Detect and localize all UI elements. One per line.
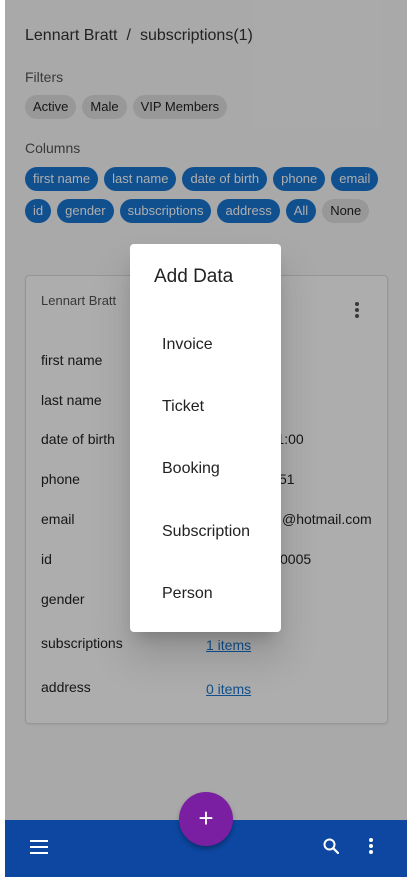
- menu-item-invoice[interactable]: Invoice: [162, 336, 213, 354]
- menu-item-booking[interactable]: Booking: [162, 460, 220, 478]
- menu-item-subscription[interactable]: Subscription: [162, 523, 250, 541]
- add-data-dialog: Add Data Invoice Ticket Booking Subscrip…: [130, 244, 281, 632]
- search-icon[interactable]: [323, 838, 339, 854]
- more-options-icon[interactable]: [369, 838, 373, 856]
- plus-icon: +: [198, 803, 214, 833]
- menu-item-ticket[interactable]: Ticket: [162, 398, 204, 416]
- dialog-title: Add Data: [154, 266, 234, 287]
- menu-icon[interactable]: [30, 840, 48, 854]
- app-screen: Lennart Bratt / subscriptions(1) Filters…: [5, 0, 407, 877]
- add-fab-button[interactable]: +: [179, 792, 233, 846]
- menu-item-person[interactable]: Person: [162, 585, 213, 603]
